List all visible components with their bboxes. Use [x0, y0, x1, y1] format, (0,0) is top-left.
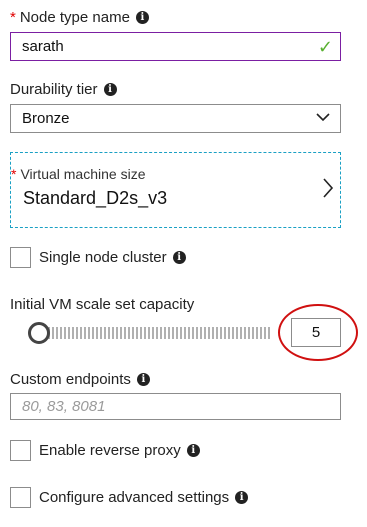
single-node-checkbox[interactable] [10, 247, 31, 268]
advanced-settings-label: Configure advanced settings i [39, 489, 249, 507]
reverse-proxy-label: Enable reverse proxy i [39, 442, 200, 460]
info-icon[interactable]: i [235, 490, 249, 504]
annotation-circle [278, 304, 358, 361]
durability-select[interactable]: Bronze [10, 104, 341, 133]
checkmark-icon: ✓ [317, 37, 333, 57]
reverse-proxy-checkbox[interactable] [10, 440, 31, 461]
info-icon[interactable]: i [186, 443, 200, 457]
single-node-label: Single node cluster i [39, 249, 186, 267]
info-icon[interactable]: i [172, 250, 186, 264]
custom-endpoints-input[interactable]: 80, 83, 8081 [10, 393, 341, 420]
node-type-input[interactable]: sarath ✓ [10, 32, 341, 61]
custom-endpoints-label: Custom endpoints i [10, 371, 150, 389]
durability-label: Durability tier i [10, 81, 117, 99]
info-icon[interactable]: i [136, 372, 150, 386]
required-marker: * [11, 166, 17, 182]
capacity-slider-track[interactable] [40, 327, 272, 339]
vm-size-selector[interactable]: * Virtual machine size Standard_D2s_v3 [10, 152, 341, 228]
info-icon[interactable]: i [103, 82, 117, 96]
capacity-slider-thumb[interactable] [28, 322, 50, 344]
advanced-settings-checkbox[interactable] [10, 487, 31, 508]
info-icon[interactable]: i [135, 10, 149, 24]
required-marker: * [10, 9, 16, 26]
custom-endpoints-placeholder: 80, 83, 8081 [22, 398, 106, 415]
vm-size-label: Virtual machine size [20, 166, 146, 182]
vm-size-value: Standard_D2s_v3 [23, 188, 168, 208]
chevron-down-icon [316, 113, 330, 122]
node-type-label: * Node type name i [10, 9, 149, 27]
chevron-right-icon [323, 178, 334, 198]
scale-set-label: Initial VM scale set capacity [10, 296, 195, 313]
